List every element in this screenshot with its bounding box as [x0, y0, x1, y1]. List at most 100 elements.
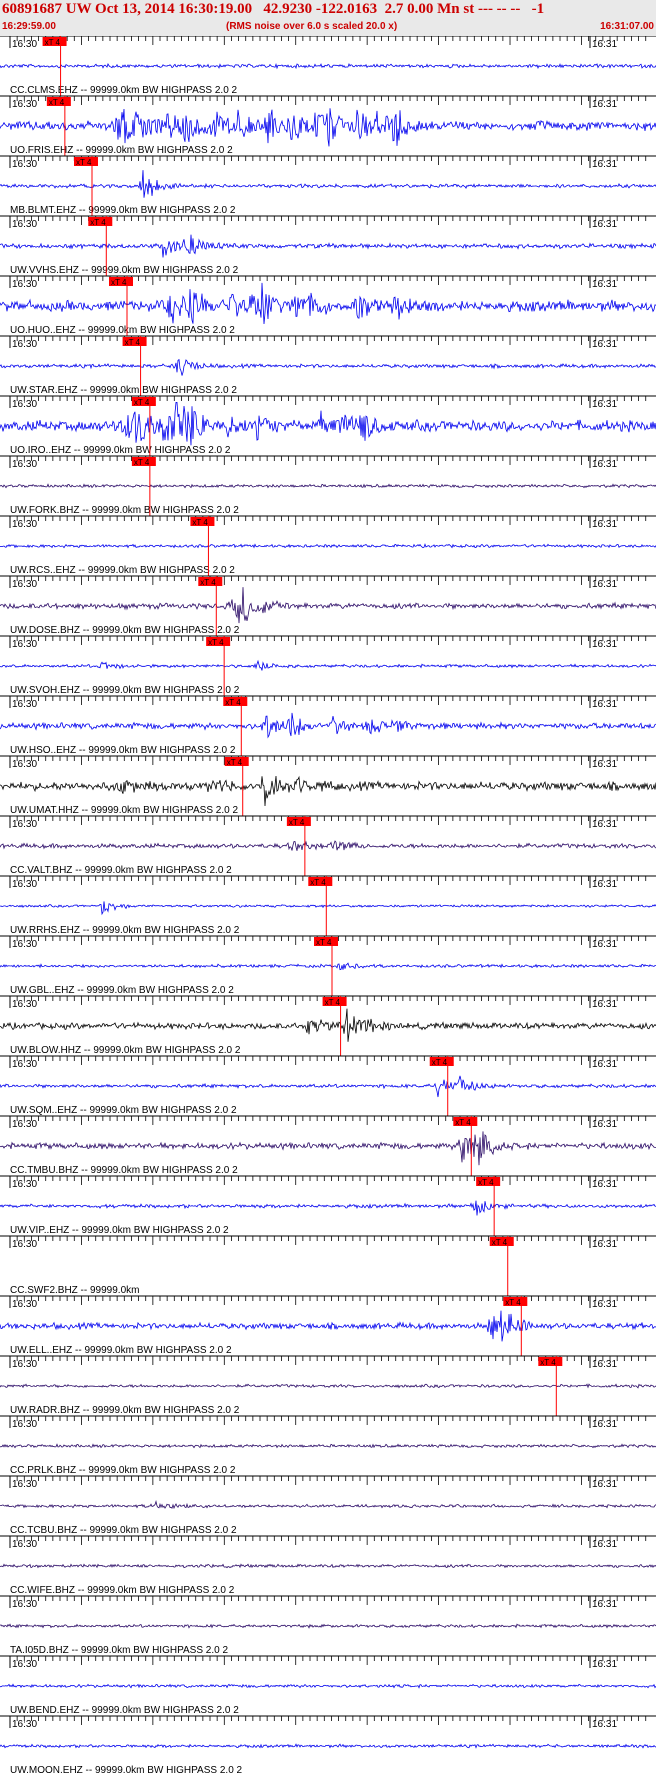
- waveform: [0, 1075, 656, 1098]
- trace-row: 16:30 16:31 UW.GBL..EHZ -- 99999.0km BW HI…: [0, 935, 656, 996]
- station-label: UW.BEND.EHZ -- 99999.0km BW HIGHPASS 2.0…: [10, 1705, 239, 1716]
- station-label: UW.ELL..EHZ -- 99999.0km BW HIGHPASS 2.0…: [10, 1345, 232, 1356]
- trace-row: 16:30 16:31 CC.SWF2.BHZ -- 99999.0km xT 4: [0, 1235, 656, 1296]
- trace-row: 16:30 16:31 UW.BLOW.HHZ -- 99999.0km BW HI…: [0, 995, 656, 1056]
- waveform: [0, 402, 656, 446]
- waveform: [0, 1131, 656, 1166]
- tick-label-1630: 16:30: [12, 699, 37, 710]
- station-label: CC.SWF2.BHZ -- 99999.0km: [10, 1285, 139, 1296]
- tick-label-1631: 16:31: [592, 1539, 617, 1550]
- pick-label: xT 4: [134, 458, 150, 467]
- tick-label-1631: 16:31: [592, 399, 617, 410]
- station-label: CC.TCBU.BHZ -- 99999.0km BW HIGHPASS 2.0…: [10, 1525, 237, 1536]
- seismogram-plot: 16:30 16:31 CC.CLMS.EHZ -- 99999.0km BW HI…: [0, 36, 656, 1778]
- tick-label-1630: 16:30: [12, 1119, 37, 1130]
- time-ticks: [9, 636, 647, 645]
- tick-label-1630: 16:30: [12, 579, 37, 590]
- pick-label: xT 4: [76, 158, 92, 167]
- trace-row: 16:30 16:31 UW.RCS..EHZ -- 99999.0km BW HI…: [0, 515, 656, 576]
- time-ticks: [9, 156, 647, 165]
- waveform: [0, 543, 656, 549]
- pick-label: xT 4: [505, 1298, 521, 1307]
- trace-row: 16:30 16:31 UW.ELL..EHZ -- 99999.0km BW HI…: [0, 1295, 656, 1356]
- tick-label-1630: 16:30: [12, 519, 37, 530]
- time-ticks: [9, 576, 647, 585]
- tick-label-1630: 16:30: [12, 339, 37, 350]
- waveform: [0, 775, 656, 807]
- pick-label: xT 4: [90, 218, 106, 227]
- waveform: [0, 962, 656, 971]
- tick-label-1631: 16:31: [592, 519, 617, 530]
- tick-label-1631: 16:31: [592, 879, 617, 890]
- tick-label-1630: 16:30: [12, 1719, 37, 1730]
- trace-row: 16:30 16:31 TA.I05D.BHZ -- 99999.0km BW HI…: [0, 1595, 656, 1656]
- pick-label: xT 4: [478, 1178, 494, 1187]
- tick-label-1630: 16:30: [12, 399, 37, 410]
- time-ticks: [9, 36, 647, 45]
- station-label: UW.BLOW.HHZ -- 99999.0km BW HIGHPASS 2.0…: [10, 1045, 241, 1056]
- tick-label-1631: 16:31: [592, 159, 617, 170]
- tick-label-1630: 16:30: [12, 159, 37, 170]
- trace-row: 16:30 16:31 UW.RRHS.EHZ -- 99999.0km BW HI…: [0, 875, 656, 936]
- waveform: [0, 712, 656, 739]
- tick-label-1631: 16:31: [592, 279, 617, 290]
- waveform: [0, 1443, 656, 1449]
- station-label: UO.HUO..EHZ -- 99999.0km BW HIGHPASS 2.0…: [10, 325, 235, 336]
- waveform: [0, 901, 656, 916]
- station-label: UW.RADR.BHZ -- 99999.0km BW HIGHPASS 2.0…: [10, 1405, 240, 1416]
- tick-label-1631: 16:31: [592, 1599, 617, 1610]
- time-ticks: [9, 696, 647, 705]
- trace-row: 16:30 16:31 UW.SVOH.EHZ -- 99999.0km BW HI…: [0, 635, 656, 696]
- tick-label-1630: 16:30: [12, 879, 37, 890]
- waveform: [0, 234, 656, 258]
- tick-label-1630: 16:30: [12, 1239, 37, 1250]
- pick-label: xT 4: [192, 518, 208, 527]
- station-label: UW.MOON.EHZ -- 99999.0km BW HIGHPASS 2.0…: [10, 1765, 243, 1776]
- event-title: 60891687 UW Oct 13, 2014 16:30:19.00 42.…: [2, 1, 545, 17]
- tick-label-1631: 16:31: [592, 819, 617, 830]
- waveform: [0, 587, 656, 624]
- waveform: [0, 62, 656, 70]
- tick-label-1630: 16:30: [12, 819, 37, 830]
- tick-label-1630: 16:30: [12, 1359, 37, 1370]
- time-ticks: [9, 456, 647, 465]
- tick-label-1631: 16:31: [592, 699, 617, 710]
- tick-label-1631: 16:31: [592, 939, 617, 950]
- pick-label: xT 4: [45, 38, 61, 47]
- trace-row: 16:30 16:31 UW.MOON.EHZ -- 99999.0km BW HI…: [0, 1715, 656, 1776]
- pick-label: xT 4: [455, 1118, 471, 1127]
- trace-row: 16:30 16:31 UO.FRIS.EHZ -- 99999.0km BW HI…: [0, 95, 656, 156]
- tick-label-1631: 16:31: [592, 459, 617, 470]
- start-time: 16:29:59.00: [2, 21, 56, 32]
- pick-label: xT 4: [289, 818, 305, 827]
- tick-label-1631: 16:31: [592, 1419, 617, 1430]
- pick-label: xT 4: [200, 578, 216, 587]
- station-label: TA.I05D.BHZ -- 99999.0km BW HIGHPASS 2.0…: [10, 1645, 228, 1656]
- waveform: [0, 1500, 656, 1510]
- waveform: [0, 1623, 656, 1629]
- tick-label-1630: 16:30: [12, 1419, 37, 1430]
- station-label: UO.IRO..EHZ -- 99999.0km BW HIGHPASS 2.0…: [10, 445, 231, 456]
- end-time: 16:31:07.00: [600, 21, 654, 32]
- station-label: CC.WIFE.BHZ -- 99999.0km BW HIGHPASS 2.0…: [10, 1585, 235, 1596]
- trace-row: 16:30 16:31 UW.VIP..EHZ -- 99999.0km BW HI…: [0, 1175, 656, 1236]
- time-ticks: [9, 816, 647, 825]
- time-ticks: [9, 1656, 647, 1665]
- time-ticks: [9, 276, 647, 285]
- waveform: [0, 1563, 656, 1569]
- time-ticks: [9, 516, 647, 525]
- tick-label-1631: 16:31: [592, 1659, 617, 1670]
- trace-row: 16:30 16:31 CC.VALT.BHZ -- 99999.0km BW HI…: [0, 815, 656, 876]
- time-ticks: [9, 336, 647, 345]
- pick-label: xT 4: [492, 1238, 508, 1247]
- tick-label-1631: 16:31: [592, 99, 617, 110]
- trace-row: 16:30 16:31 UO.IRO..EHZ -- 99999.0km BW HI…: [0, 395, 656, 456]
- tick-label-1630: 16:30: [12, 39, 37, 50]
- trace-row: 16:30 16:31 CC.CLMS.EHZ -- 99999.0km BW HI…: [0, 36, 656, 96]
- trace-row: 16:30 16:31 UW.SQM..EHZ -- 99999.0km BW HI…: [0, 1055, 656, 1116]
- waveform: [0, 358, 656, 376]
- trace-row: 16:30 16:31 UW.STAR.EHZ -- 99999.0km BW HI…: [0, 335, 656, 396]
- waveform: [0, 1200, 656, 1216]
- tick-label-1631: 16:31: [592, 339, 617, 350]
- waveform: [0, 659, 656, 671]
